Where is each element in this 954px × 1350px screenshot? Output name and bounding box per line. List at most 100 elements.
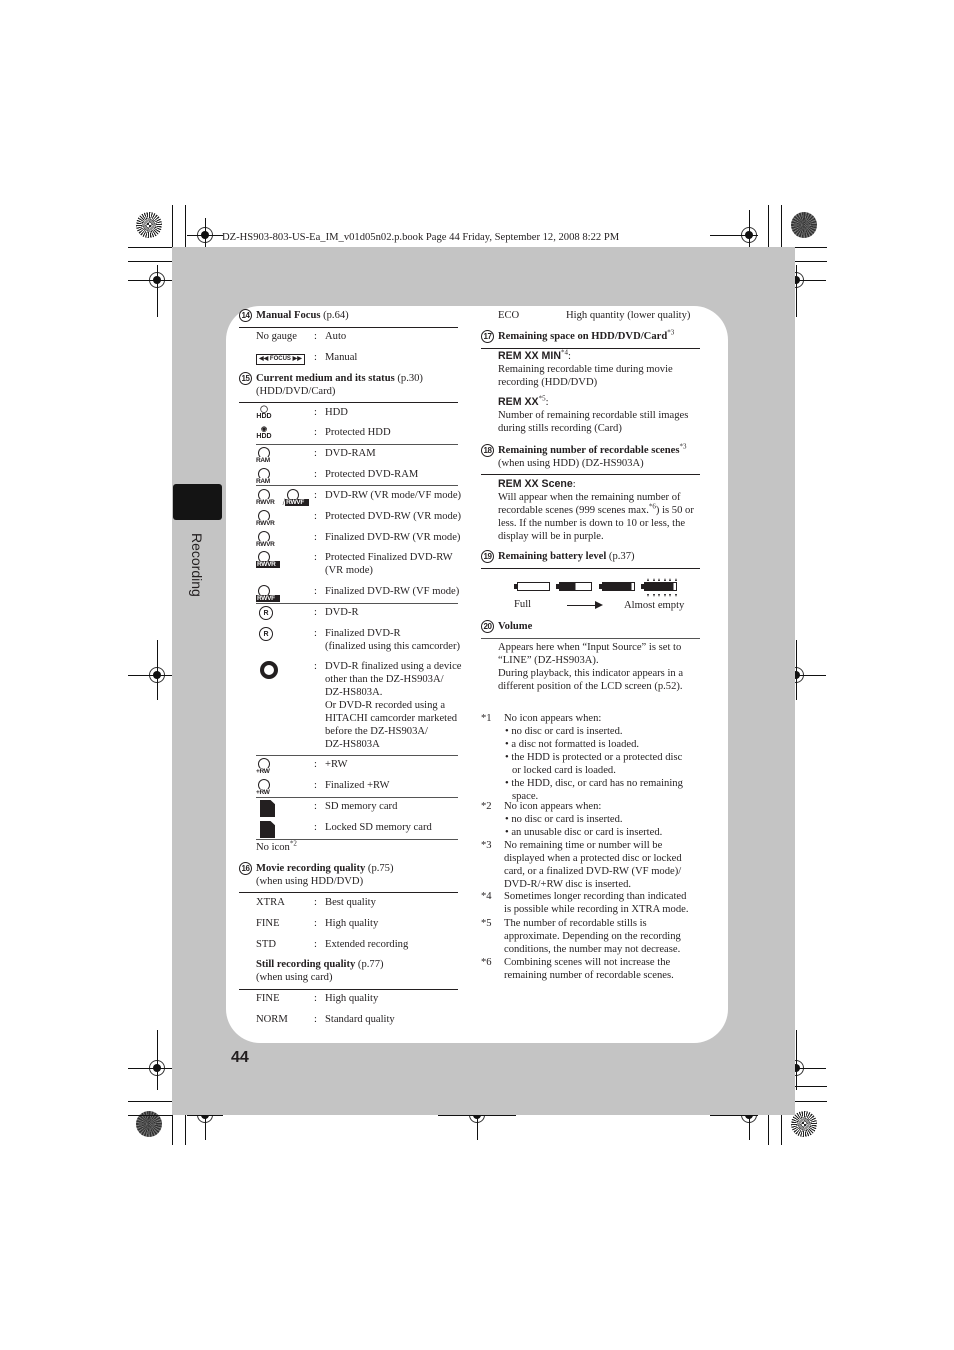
footnote: *2 No icon appears when: • no disc or card… [481,800,662,839]
blink-indicator-icon [669,578,671,581]
finalized-dvd-rw-vf-icon: RWVF [256,585,280,602]
battery-terminal [641,584,644,589]
section-title: Remaining number of recordable scenes [498,445,680,456]
blink-indicator-icon [674,594,677,597]
section-subtitle: (HDD/DVD/Card) [256,386,336,397]
table-row: XTRA: Best quality [256,897,376,908]
arrow-right-icon [567,605,597,606]
blink-indicator-icon [663,578,666,581]
footnote-marker: *2 [481,801,492,813]
section-19-heading: 19 Remaining battery level (p.37) [481,550,635,563]
section-subtitle: (when using HDD/DVD) [256,876,364,887]
footnote: *4 Sometimes longer recording than indica… [481,890,689,916]
circled-number: 14 [239,309,252,322]
footnote-text: Sometimes longer recording than indicate… [504,891,689,916]
file-info-header: DZ-HS903-803-US-Ea_IM_v01d05n02.p.book P… [222,232,620,243]
battery-terminal [599,584,602,589]
page-reference: (p.30) [394,373,423,384]
dvd-rw-vf-icon: RWVF [285,489,310,506]
footnote-marker: *3 [481,840,492,851]
table-row: ◉ HDD: Protected HDD [256,426,391,440]
rem-stills-item: REM XX*5: Number of remaining recordable… [498,394,689,434]
battery-terminal [514,584,517,589]
row-value: Finalized DVD-RW (VF mode) [325,586,460,597]
table-row: RWVR: Protected DVD-RW (VR mode) [256,510,461,530]
page-reference: (p.75) [365,863,394,874]
row-key: No gauge [256,331,297,342]
table-row: +RW: Finalized +RW [256,779,390,799]
row-value: DVD-R [325,607,359,618]
footnote: *5 The number of recordable stills is appr… [481,917,681,956]
footnote-marker: *4 [481,891,492,903]
section-title: Current medium and its status [256,373,395,384]
row-value: SD memory card [325,801,398,812]
sd-card-icon [260,800,275,817]
footnote-marker: *6 [481,956,492,968]
blink-indicator-icon [669,594,671,597]
hdd-icon: ◯ HDD [256,406,272,420]
blink-indicator-icon [647,594,649,597]
circled-number: 18 [481,444,494,457]
circled-number: 15 [239,372,252,385]
rem-min-item: REM XX MIN*4: Remaining recordable time … [498,348,673,388]
battery-empty-label: Almost empty [624,600,685,611]
row-value: Manual [325,352,358,363]
plus-rw-icon: +RW [256,758,272,775]
section-title: Remaining battery level [498,551,607,562]
table-row: FINE: High quality [256,918,379,929]
battery-icon [517,582,550,591]
still-quality-heading: Still recording quality (p.77) (when usin… [256,959,384,983]
table-row: R: Finalized DVD-R (finalized using this c… [256,627,460,653]
table-row: RAM: DVD-RAM [256,447,376,467]
protected-finalized-dvd-rw-icon: RWVR [256,551,280,568]
row-value: DVD-RW (VR mode/VF mode) [325,490,462,501]
table-row: : SD memory card [256,800,397,821]
section-title: Movie recording quality [256,863,366,874]
focus-gauge-icon: ◀◀ FOCUS ▶▶ [256,354,305,365]
row-value: Protected HDD [325,427,391,438]
table-row: FINE: High quality [256,993,379,1004]
footnote-text: No icon appears when: • no disc or card i… [504,801,663,839]
row-value: Finalized DVD-RW (VR mode) [325,532,461,543]
footnote: *1 No icon appears when: • no disc or card… [481,712,683,803]
page-reference: (p.37) [606,551,635,562]
table-row: RWVR / RWVF: DVD-RW (VR mode/VF mode) [256,489,462,507]
footnote-text: The number of recordable stills is approx… [504,917,681,955]
footnote-text: Combining scenes will not increase the re… [504,956,674,981]
footnote-bullet: • the HDD, disc, or card has no remainin… [505,778,683,802]
battery-full-label: Full [514,599,532,610]
dvd-rw-vr-icon: RWVR [256,489,275,506]
protected-hdd-icon: ◉ HDD [256,426,272,440]
footnote: *3 No remaining time or number will be dis… [481,839,682,891]
page-number: 44 [231,1049,249,1066]
section-18-heading: 18 Remaining number of recordable scenes… [481,443,686,470]
section-20-heading: 20 Volume [481,620,532,633]
row-value: Protected Finalized DVD-RW (VR mode) [325,552,453,576]
protected-dvd-ram-icon: RAM [256,468,272,485]
volume-description: Appears here when “Input Source” is set … [498,642,684,692]
table-row: ◀◀ FOCUS ▶▶: Manual [256,351,357,365]
footnote: *6 Combining scenes will not increase the… [481,956,674,982]
footnote-bullet: • an unusable disc or card is inserted. [505,827,663,839]
table-row: : DVD-R finalized using a device other t… [256,660,462,751]
battery-icon [644,582,677,591]
row-value: Finalized +RW [325,780,390,791]
row-value: Auto [325,331,347,342]
blink-indicator-icon [647,578,649,581]
battery-icon [602,582,635,591]
row-value: Protected DVD-RW (VR mode) [325,511,462,522]
footnote-marker: *5 [481,917,492,929]
table-row: STD: Extended recording [256,939,409,950]
footnote-bullet: • a disc not formatted is loaded. [505,739,640,750]
rem-scene-item: REM XX Scene: Will appear when the remai… [498,478,694,542]
blink-indicator-icon [658,594,660,597]
row-value: +RW [325,759,348,770]
finalized-dvd-r-icon: R [259,627,273,641]
finalized-dvd-rw-vr-icon: RWVR [256,531,275,548]
protected-dvd-rw-icon: RWVR [256,510,275,527]
section-title: Remaining space on HDD/DVD/Card [498,331,668,342]
finalized-plus-rw-icon: +RW [256,779,272,796]
disc-icon [260,661,278,679]
footnote-bullet: • the HDD is protected or a protected di… [505,752,683,776]
page-reference: (p.64) [320,310,349,321]
